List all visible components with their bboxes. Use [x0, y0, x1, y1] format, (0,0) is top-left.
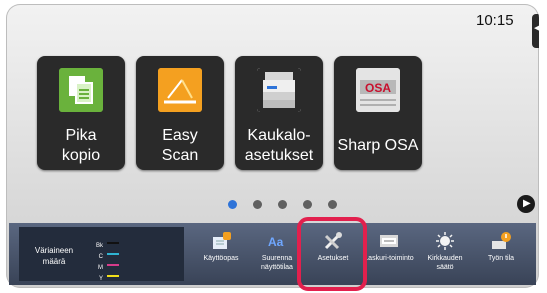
tile-label: Pika kopio	[61, 127, 101, 164]
guide-book-icon	[213, 232, 231, 249]
tile-label: Easy Scan	[161, 127, 199, 164]
arrow-left-icon: ◂	[534, 21, 539, 34]
tile-kaukaloasetukset[interactable]: Kaukalo-asetukset	[235, 56, 323, 170]
toner-bar-m	[107, 263, 119, 266]
page-dot[interactable]	[228, 200, 237, 209]
toner-row: Y	[91, 267, 123, 282]
toner-levels: Väriaineen määrä Bk C M Y	[19, 227, 184, 282]
job-status-icon	[492, 232, 511, 249]
function-kirkkauden-saato[interactable]: Kirkkauden säätö	[418, 231, 472, 272]
page-dot[interactable]	[328, 200, 337, 209]
counter-icon	[380, 235, 398, 247]
svg-text:OSA: OSA	[365, 81, 391, 95]
page-dot[interactable]	[303, 200, 312, 209]
function-tyon-tila[interactable]: Työn tila	[474, 231, 528, 263]
brightness-icon	[436, 232, 454, 250]
tile-easy-scan[interactable]: Easy Scan	[136, 56, 224, 170]
tile-label: Kaukalo-asetukset	[244, 127, 314, 164]
sharp-osa-icon: OSA	[356, 68, 400, 112]
toner-label: Väriaineen määrä	[34, 246, 74, 266]
tile-pika-kopio[interactable]: Pika kopio	[37, 56, 125, 170]
device-frame: 10:15 ◂ Pika kopio Easy Scan Kaukalo- as…	[0, 0, 547, 293]
toner-bar-y	[107, 274, 119, 277]
tile-label: Sharp OSA	[337, 137, 419, 154]
next-page-button[interactable]: ▶	[517, 195, 535, 213]
svg-text:Aa: Aa	[268, 235, 284, 249]
function-suurenna-nayttotilaa[interactable]: Aa Suurenna näyttötilaa	[250, 231, 304, 272]
toner-row: Bk	[91, 234, 123, 249]
toner-bar-bk	[107, 241, 119, 244]
toner-row: M	[91, 256, 123, 271]
function-kayttoopas[interactable]: Käyttöopas	[194, 231, 248, 263]
page-dot[interactable]	[253, 200, 262, 209]
clock: 10:15	[476, 12, 514, 29]
function-bar: Väriaineen määrä Bk C M Y Käyttöopas Aa …	[9, 223, 536, 285]
toner-row: C	[91, 245, 123, 260]
function-laskuritoiminto[interactable]: Laskuri-toiminto	[362, 231, 416, 263]
toner-bar-c	[107, 252, 119, 255]
play-arrow-icon: ▶	[523, 198, 531, 209]
side-panel-tab[interactable]: ◂	[532, 14, 539, 48]
copy-icon	[59, 68, 103, 112]
scanner-icon	[158, 68, 202, 112]
page-dot[interactable]	[278, 200, 287, 209]
asetukset-highlight	[297, 217, 367, 291]
tile-sharp-osa[interactable]: OSA Sharp OSA	[334, 56, 422, 170]
zoom-display-icon: Aa	[268, 235, 284, 249]
printer-tray-icon	[257, 68, 301, 112]
